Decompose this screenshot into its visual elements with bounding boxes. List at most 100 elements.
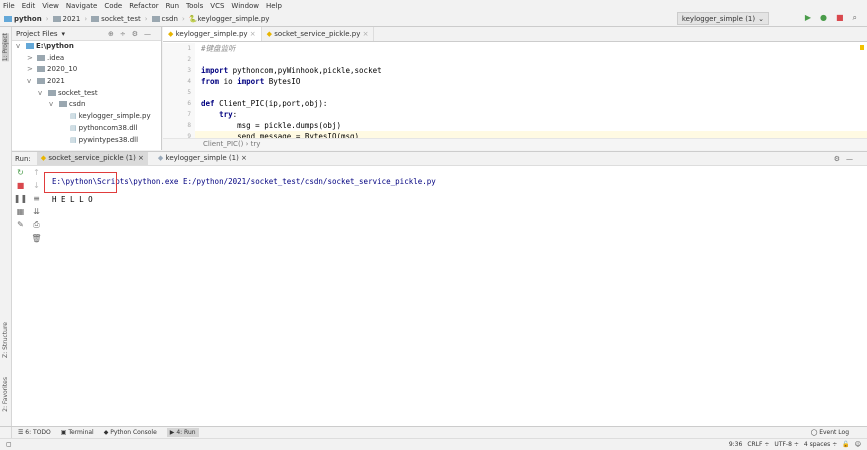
tree-item[interactable]: ▤ keylogger_simple.py [12, 111, 161, 123]
favorites-tool-button[interactable]: 2: Favorites [2, 377, 9, 412]
separator: › [45, 14, 49, 23]
breadcrumb-item[interactable]: csdn [151, 15, 178, 23]
tree-item[interactable]: > .idea [12, 53, 161, 65]
tree-item[interactable]: >2020_10 [12, 64, 161, 76]
code-line: import pythoncom,pyWinhook,pickle,socket [201, 66, 382, 75]
chevron-down-icon: ▾ [61, 29, 66, 38]
breadcrumb-item[interactable]: python [4, 15, 42, 23]
layout-icon[interactable]: ▦ [17, 207, 25, 216]
menu-help[interactable]: Help [266, 2, 282, 10]
tree-item[interactable]: v E:\python [12, 41, 161, 53]
menu-file[interactable]: File [3, 2, 15, 10]
status-bar: ▢ 9:36 CRLF ÷ UTF-8 ÷ 4 spaces ÷ 🔓 ☺ [0, 438, 867, 450]
breadcrumb-try[interactable]: try [251, 140, 261, 148]
folder-icon [4, 15, 12, 22]
code-line: def Client_PIC(ip,port,obj): [201, 99, 328, 108]
inspector-icon[interactable]: ☺ [855, 441, 861, 448]
rerun-icon[interactable]: ↻ [17, 168, 24, 177]
event-log-button[interactable]: ◯ Event Log [811, 429, 867, 436]
tree-item-label: socket_test [58, 88, 98, 97]
project-view-select[interactable]: Project Files [16, 30, 58, 38]
run-tab-keylogger[interactable]: ◆ keylogger_simple (1) × [154, 152, 251, 165]
tree-item[interactable]: v socket_test [12, 88, 161, 100]
expand-arrow-icon[interactable]: v [27, 76, 37, 88]
indent[interactable]: 4 spaces ÷ [804, 441, 837, 448]
code-area[interactable]: #键盘监听 import pythoncom,pyWinhook,pickle,… [201, 43, 861, 142]
menu-vcs[interactable]: VCS [210, 2, 224, 10]
line-number: 2 [187, 56, 191, 63]
run-icon[interactable]: ▶ [805, 13, 811, 23]
expand-arrow-icon[interactable]: > [27, 53, 37, 65]
menu-edit[interactable]: Edit [22, 2, 36, 10]
project-tool-button[interactable]: 1: Project [2, 33, 9, 62]
file-icon: ▤ [70, 135, 77, 144]
pause-icon[interactable]: ❚❚ [14, 194, 27, 203]
breadcrumb-item[interactable]: socket_test [91, 15, 141, 23]
stop-icon[interactable]: ■ [17, 181, 25, 190]
folder-icon [37, 66, 45, 73]
print-icon[interactable]: ⎙ [33, 220, 39, 230]
code-line: msg = pickle.dumps(obj) [201, 121, 341, 130]
toolbar-actions: ▶ ● ■ ⌕ [805, 13, 857, 23]
expand-arrow-icon[interactable]: v [16, 41, 26, 53]
cursor-position[interactable]: 9:36 [729, 441, 742, 448]
menu-tools[interactable]: Tools [186, 2, 203, 10]
python-console-tab[interactable]: ◆ Python Console [104, 429, 157, 436]
editor: ◆ keylogger_simple.py × ◆ socket_service_… [163, 27, 867, 150]
run-tab-socket-service[interactable]: ◆ socket_service_pickle (1) × [36, 152, 148, 165]
structure-tool-button[interactable]: Z: Structure [2, 322, 9, 358]
folder-icon [37, 54, 45, 61]
tree-item[interactable]: v 2021 [12, 76, 161, 88]
menu-view[interactable]: View [42, 2, 59, 10]
tree-item[interactable]: ▤ pythoncom38.dll [12, 123, 161, 135]
breadcrumb-item[interactable]: 2021 [52, 15, 80, 23]
line-number: 7 [187, 111, 191, 118]
panel-actions[interactable]: ⊕÷⚙— [108, 30, 161, 38]
terminal-tab[interactable]: ▣ Terminal [61, 429, 94, 436]
menu-refactor[interactable]: Refactor [129, 2, 158, 10]
editor-tab[interactable]: ◆ socket_service_pickle.py × [262, 27, 375, 41]
tree-item-label: .idea [47, 53, 65, 62]
tree-item-label: keylogger_simple.py [78, 112, 151, 121]
stop-icon[interactable]: ■ [836, 13, 844, 23]
tree-item-label: csdn [69, 100, 86, 109]
tree-item-label: 2020_10 [47, 65, 78, 74]
menu-run[interactable]: Run [166, 2, 179, 10]
search-icon[interactable]: ⌕ [853, 13, 857, 23]
scroll-end-icon[interactable]: ⇊ [33, 207, 40, 216]
breadcrumb-item[interactable]: 🐍keylogger_simple.py [189, 15, 270, 23]
up-icon[interactable]: ↑ [33, 168, 40, 177]
chevron-down-icon: ⌄ [758, 14, 764, 23]
line-separator[interactable]: CRLF ÷ [747, 441, 769, 448]
encoding[interactable]: UTF-8 ÷ [774, 441, 798, 448]
breadcrumb-function[interactable]: Client_PIC() [203, 140, 243, 148]
lock-icon[interactable]: 🔓 [842, 441, 849, 448]
todo-tab[interactable]: ☰ 6: TODO [18, 429, 51, 436]
run-config-select[interactable]: keylogger_simple (1) ⌄ [676, 12, 769, 25]
run-panel: Run: ◆ socket_service_pickle (1) × ◆ key… [12, 151, 867, 426]
code-line: from io import BytesIO [201, 77, 301, 86]
close-icon[interactable]: × [360, 30, 369, 38]
expand-arrow-icon[interactable]: > [27, 64, 37, 76]
expand-arrow-icon[interactable]: v [38, 88, 48, 100]
pin-icon[interactable]: ✎ [17, 220, 24, 229]
run-label: Run: [15, 154, 31, 163]
run-tab[interactable]: ▶ 4: Run [166, 428, 199, 437]
expand-arrow-icon[interactable]: v [49, 99, 59, 111]
tree-item[interactable]: v csdn [12, 99, 161, 111]
menu-navigate[interactable]: Navigate [66, 2, 97, 10]
menu-window[interactable]: Window [231, 2, 259, 10]
tree-item[interactable]: ▤ pywintypes38.dll [12, 135, 161, 147]
soft-wrap-icon[interactable]: ≡ [33, 194, 40, 203]
close-icon[interactable]: × [248, 30, 256, 38]
trash-icon[interactable]: 🗑 [31, 234, 41, 243]
menu-code[interactable]: Code [104, 2, 122, 10]
settings-icon[interactable]: ⚙— [834, 155, 867, 163]
debug-icon[interactable]: ● [820, 13, 827, 23]
run-toolbar: ↻ ■ ❚❚ ▦ ✎ [14, 168, 27, 229]
status-toggle-icon[interactable]: ▢ [6, 441, 12, 448]
editor-tab[interactable]: ◆ keylogger_simple.py × [163, 27, 262, 41]
down-icon[interactable]: ↓ [33, 181, 40, 190]
folder-icon [91, 15, 100, 22]
